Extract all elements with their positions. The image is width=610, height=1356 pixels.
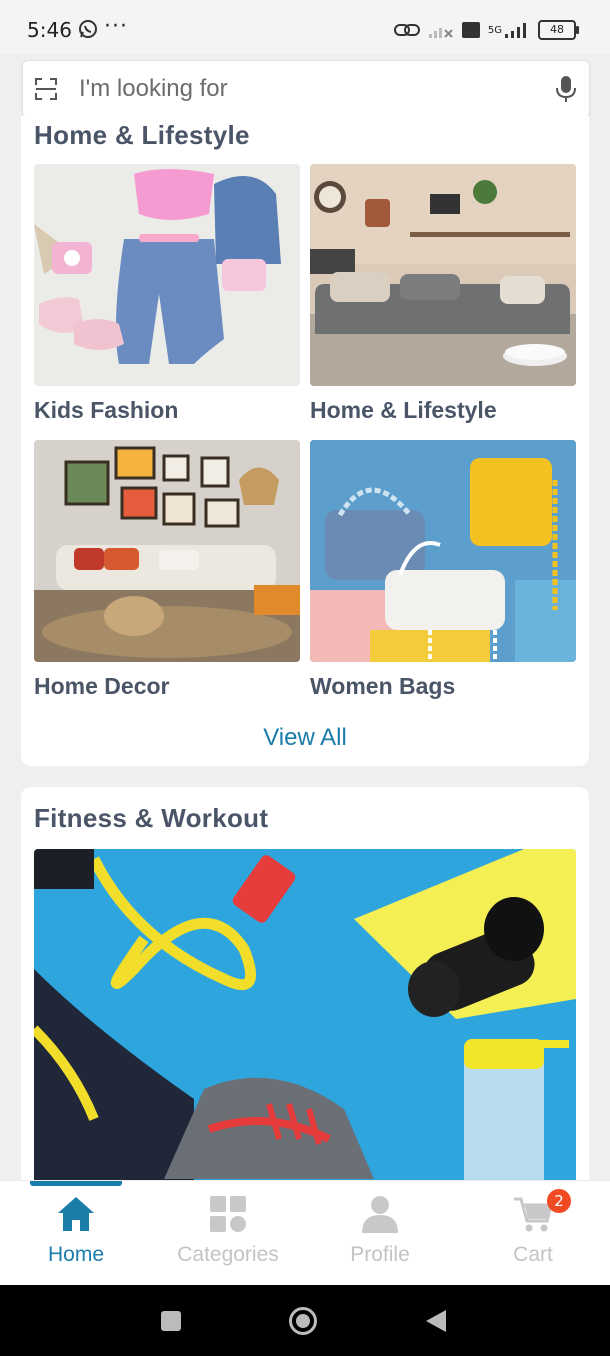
active-tab-indicator — [30, 1181, 122, 1186]
signal-strong-icon — [505, 23, 526, 38]
network-label: 5G — [487, 24, 502, 36]
fitness-banner-image[interactable] — [34, 849, 576, 1207]
volte-icon — [461, 22, 480, 38]
status-bar: 5:46 ··· 5G 48 — [0, 0, 610, 54]
tile-label[interactable]: Women Bags — [310, 673, 455, 700]
categories-icon — [210, 1196, 246, 1232]
recent-apps-icon[interactable] — [160, 1310, 182, 1332]
section-title: Fitness & Workout — [34, 803, 269, 833]
cart-count-badge: 2 — [547, 1189, 571, 1213]
search-bar[interactable]: I'm looking for — [22, 60, 590, 118]
home-decor-image — [34, 440, 300, 662]
nav-label: Cart — [513, 1243, 553, 1266]
nav-cart[interactable]: 2 Cart — [457, 1189, 609, 1281]
battery-icon: 48 — [538, 20, 579, 40]
back-icon[interactable] — [425, 1309, 447, 1333]
women-bags-image — [310, 440, 576, 662]
more-notifications-icon: ··· — [104, 14, 128, 39]
nav-profile[interactable]: Profile — [304, 1195, 456, 1281]
system-navigation-bar — [0, 1285, 610, 1356]
nav-label: Home — [47, 1243, 105, 1266]
tile-women-bags-image[interactable] — [310, 440, 576, 662]
view-all-link[interactable]: View All — [21, 724, 589, 752]
mic-icon[interactable] — [555, 75, 577, 103]
bottom-navigation: Home Categories Profile 2 Cart — [0, 1180, 610, 1286]
whatsapp-icon — [79, 20, 97, 38]
tile-home-decor-image[interactable] — [34, 440, 300, 662]
search-input[interactable]: I'm looking for — [79, 75, 228, 103]
tile-label[interactable]: Home Decor — [34, 673, 169, 700]
home-lifestyle-image — [310, 164, 576, 386]
fitness-workout-section: Fitness & Workout — [21, 787, 589, 1207]
tile-kids-fashion-image[interactable] — [34, 164, 300, 386]
status-icons: 5G 48 — [393, 16, 579, 44]
signal-weak-icon — [428, 28, 453, 38]
home-lifestyle-section: Home & Lifestyle Kids Fashion Home & Lif… — [21, 116, 589, 766]
section-title: Home & Lifestyle — [34, 120, 250, 150]
tile-label[interactable]: Home & Lifestyle — [310, 397, 497, 424]
tile-home-lifestyle-image[interactable] — [310, 164, 576, 386]
nav-home[interactable]: Home — [0, 1195, 152, 1281]
status-time: 5:46 — [27, 18, 72, 42]
scan-icon[interactable] — [34, 77, 58, 101]
nav-label: Profile — [350, 1243, 410, 1266]
tile-label[interactable]: Kids Fashion — [34, 397, 178, 424]
home-icon — [58, 1197, 94, 1231]
home-system-icon[interactable] — [288, 1306, 318, 1336]
link-icon — [393, 24, 420, 36]
fitness-banner-illustration — [34, 849, 576, 1207]
kids-fashion-image — [34, 164, 300, 386]
nav-categories[interactable]: Categories — [152, 1195, 304, 1281]
nav-label: Categories — [177, 1243, 279, 1266]
profile-icon — [362, 1196, 398, 1233]
